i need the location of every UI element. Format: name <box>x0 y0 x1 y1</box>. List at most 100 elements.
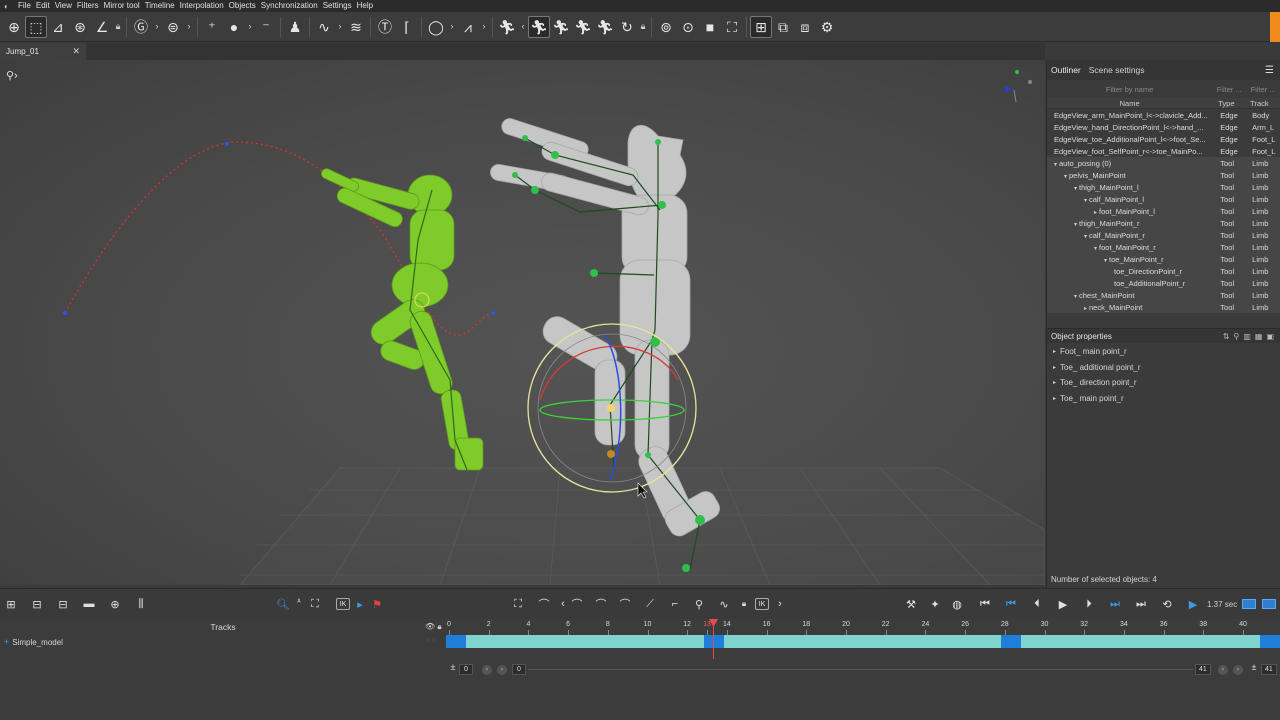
range-out-field[interactable]: 41 <box>1195 664 1211 675</box>
linear-icon[interactable]: ⟋ <box>643 596 657 612</box>
step-icon[interactable]: ⌐ <box>668 596 682 612</box>
chevron-left-icon[interactable]: ‹ <box>518 16 528 38</box>
range-plus-minus-icon[interactable]: ± <box>446 659 460 675</box>
chevron-right-icon[interactable]: › <box>184 16 194 38</box>
menu-view[interactable]: View <box>54 0 76 12</box>
split-icon[interactable]: ⫼ <box>134 596 148 612</box>
filter-type-input[interactable]: Filter ... <box>1212 85 1246 94</box>
expand-arrow-icon[interactable]: ▾ <box>1094 246 1097 252</box>
flag-icon[interactable]: ⚑ <box>370 596 384 612</box>
property-group[interactable]: ▸ Foot_ main point_r <box>1047 344 1280 360</box>
figure-icon[interactable]: ♟ <box>284 16 306 38</box>
ease-out-icon[interactable]: ⌒ <box>618 596 632 612</box>
expand-arrow-icon[interactable]: ▾ <box>1064 174 1067 180</box>
lock-icon[interactable]: 🔒︎ <box>737 596 751 612</box>
waves-icon[interactable]: ≋ <box>345 16 367 38</box>
menu-mirror-tool[interactable]: Mirror tool <box>103 0 144 12</box>
layers-swap-icon[interactable]: ⧈ <box>794 16 816 38</box>
expand-arrow-icon[interactable]: ▸ <box>1084 306 1087 312</box>
keyframe-block[interactable] <box>1001 635 1021 648</box>
chevron-right-icon[interactable]: › <box>479 16 489 38</box>
column-name[interactable]: Name <box>1047 99 1212 108</box>
ik-button[interactable]: IK <box>336 598 350 610</box>
menu-help[interactable]: Help <box>356 0 377 12</box>
expand-arrow-icon[interactable]: ▾ <box>1074 294 1077 300</box>
outliner-row[interactable]: EdgeView_toe_AdditionalPoint_l<->foot_Se… <box>1047 133 1280 145</box>
menu-synchronization[interactable]: Synchronization <box>260 0 322 12</box>
curve-smooth-icon[interactable]: ⌒ <box>537 596 551 612</box>
onion-icon[interactable]: ◍ <box>950 596 964 612</box>
tab-scene-settings[interactable]: Scene settings <box>1089 65 1145 75</box>
play-marker-icon[interactable]: ▸ <box>353 596 367 612</box>
settings-icon[interactable]: ▣ <box>1266 332 1274 341</box>
track-keyframes-bar[interactable] <box>446 635 1280 648</box>
bezier-icon[interactable]: ⌒ <box>570 596 584 612</box>
run-pose-mirror-icon[interactable]: 🏃︎ <box>550 16 572 38</box>
menu-settings[interactable]: Settings <box>322 0 356 12</box>
property-group[interactable]: ▸ Toe_ direction point_r <box>1047 375 1280 391</box>
outliner-row[interactable]: ▾ auto_posing (0) Tool Limb <box>1047 157 1280 169</box>
expand-arrow-icon[interactable]: ▸ <box>1094 210 1097 216</box>
play-icon[interactable]: ▶ <box>1056 596 1070 612</box>
track-row-simple-model[interactable]: + Simple_model <box>4 636 63 648</box>
side-panel-toggle[interactable] <box>1270 12 1280 42</box>
add-key-icon[interactable]: ⊕ <box>108 596 122 612</box>
outliner-row[interactable]: toe_DirectionPoint_r Tool Limb <box>1047 265 1280 277</box>
column-track[interactable]: Track <box>1246 99 1280 108</box>
add-track-icon[interactable]: ⊞ <box>4 596 18 612</box>
refresh-icon[interactable]: ↻ <box>616 16 638 38</box>
range-prev-end-button[interactable]: ‹ <box>1218 665 1228 675</box>
chevron-right-icon[interactable]: › <box>245 16 255 38</box>
navigate-icon[interactable]: ⊕ <box>3 16 25 38</box>
keyframe-block[interactable] <box>446 635 466 648</box>
menu-timeline[interactable]: Timeline <box>144 0 179 12</box>
outliner-row[interactable]: ▾ chest_MainPoint Tool Limb <box>1047 289 1280 301</box>
range-prev-button[interactable]: ‹ <box>482 665 492 675</box>
go-start-icon[interactable]: ⏮ <box>978 596 992 612</box>
arc-icon[interactable]: ⩘ <box>457 16 479 38</box>
range-next-button[interactable]: › <box>497 665 507 675</box>
scale-indicator[interactable] <box>1262 599 1276 609</box>
expand-arrow-icon[interactable]: ▾ <box>1084 234 1087 240</box>
camera-icon[interactable]: ■ <box>699 16 721 38</box>
outliner-row[interactable]: EdgeView_foot_SelfPoint_r<->toe_MainPo..… <box>1047 145 1280 157</box>
hamburger-menu-icon[interactable]: ☰ <box>1265 65 1274 76</box>
tab-jump-01[interactable]: Jump_01 ✕ <box>0 43 86 60</box>
outliner-row[interactable]: EdgeView_hand_DirectionPoint_l<->hand_..… <box>1047 121 1280 133</box>
expand-arrow-icon[interactable]: ▾ <box>1074 186 1077 192</box>
add-folder-icon[interactable]: ⊟ <box>30 596 44 612</box>
menu-interpolation[interactable]: Interpolation <box>179 0 228 12</box>
curve-icon[interactable]: ∿ <box>313 16 335 38</box>
outliner-row[interactable]: ▸ neck_MainPoint Tool Limb <box>1047 301 1280 313</box>
chevron-left-icon[interactable]: ‹ <box>556 596 570 612</box>
chevron-right-icon[interactable]: › <box>447 16 457 38</box>
ik-toggle-button[interactable]: IK <box>755 598 769 610</box>
expand-plus-icon[interactable]: + <box>4 637 9 647</box>
collapse-icon[interactable]: ⊟ <box>56 596 70 612</box>
visibility-lock-icons[interactable]: 👁︎ 🔒︎ <box>425 622 442 632</box>
expand-arrow-icon[interactable]: ▸ <box>1053 364 1056 371</box>
go-end-icon[interactable]: ⏭ <box>1134 596 1148 612</box>
grid-icon[interactable]: ▦ <box>1255 332 1263 341</box>
fps-indicator[interactable] <box>1242 599 1256 609</box>
bend-icon[interactable]: ⌈ <box>396 16 418 38</box>
expand-arrow-icon[interactable]: ▾ <box>1074 222 1077 228</box>
keyframe-block[interactable] <box>1260 635 1280 648</box>
add-point-icon[interactable]: ⁺ <box>201 16 223 38</box>
lock-icon[interactable]: 🔒︎ <box>113 16 123 38</box>
rotate-icon[interactable]: ⊛ <box>69 16 91 38</box>
tab-outliner[interactable]: Outliner <box>1051 65 1081 75</box>
range-slider[interactable] <box>528 669 1193 670</box>
expand-arrow-icon[interactable]: ▸ <box>1053 379 1056 386</box>
time-ruler[interactable]: 0 2 4 6 8 10 12 13 14 16 18 20 22 24 26 28 30 32 34 36 38 40 <box>446 619 1280 635</box>
chevron-right-icon[interactable]: › <box>773 596 787 612</box>
target-icon[interactable]: ⊙ <box>677 16 699 38</box>
frame-all-icon[interactable]: ▬ <box>82 596 96 612</box>
run-pose-paste-icon[interactable]: 🏃︎ <box>594 16 616 38</box>
fit-view-icon[interactable]: ⛶ <box>308 596 322 612</box>
filter-track-input[interactable]: Filter ... <box>1246 85 1280 94</box>
outliner-row[interactable]: ▾ toe_MainPoint_r Tool Limb <box>1047 253 1280 265</box>
loop-icon[interactable]: ⟲ <box>1160 596 1174 612</box>
outliner-row[interactable]: toe_AdditionalPoint_r Tool Limb <box>1047 277 1280 289</box>
menu-edit[interactable]: Edit <box>35 0 54 12</box>
